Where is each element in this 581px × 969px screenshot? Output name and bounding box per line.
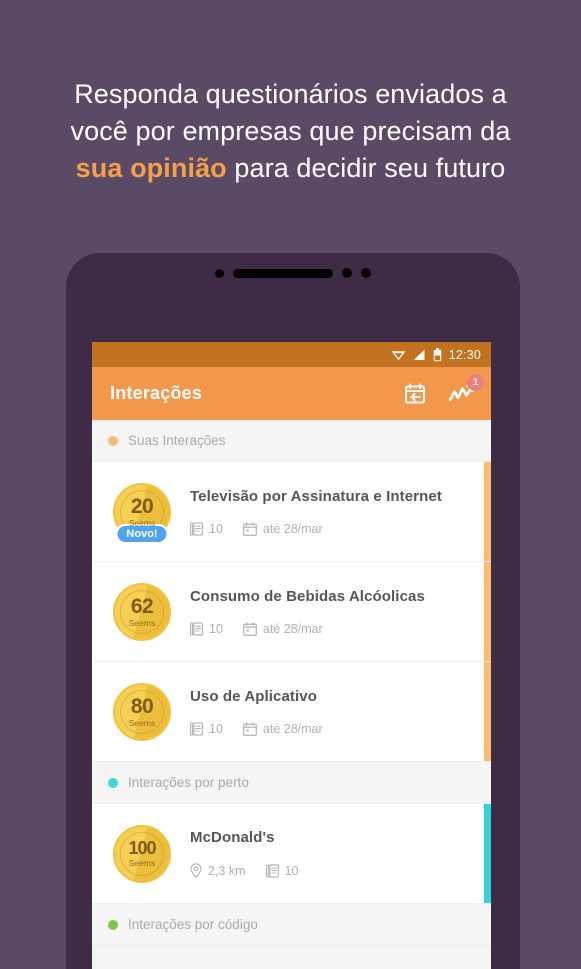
android-status-bar: 12:30 [92,342,491,367]
section-dot-icon [108,919,118,930]
section-dot-icon [108,435,118,446]
item-title: McDonald's [190,829,275,846]
coin-value: 100 [128,838,156,858]
insights-button[interactable]: 1 [449,373,484,404]
headline-line-2: você por empresas que precisam da [70,116,511,146]
location-pin-icon [190,863,202,878]
calendar-back-icon [403,382,427,406]
coin-badge: 20 Seems Novo! [107,482,177,544]
phone-mockup: 12:30 Interações 1 Suas Interações 20 Se… [66,253,520,969]
section-header-interacoes-por-perto: Interações por perto [92,762,491,804]
coin-unit: Seems [128,617,156,628]
interactions-list[interactable]: Suas Interações 20 Seems Novo! Televisão… [92,420,491,946]
meta-questions: 10 [265,863,299,878]
meta-text: 10 [284,863,299,878]
meta-text: até 28/mar [262,721,323,736]
coin-value: 80 [130,694,154,718]
headline-rest: para decidir seu futuro [226,153,506,183]
promo-screenshot: Responda questionários enviados a você p… [0,0,581,969]
row-accent-bar [484,462,491,561]
coin-badge: 62 Seems [107,582,177,641]
app-bar: Interações 1 [92,367,491,420]
section-dot-icon [108,777,118,788]
status-bar-clock: 12:30 [448,347,481,362]
meta-text: até 28/mar [262,521,323,536]
front-camera-icon [342,268,352,278]
row-accent-bar [484,804,491,903]
row-body: Televisão por Assinatura e Internet 10 a… [177,488,491,536]
meta-deadline: até 28/mar [242,621,323,636]
coin-unit: Seems [128,717,156,728]
phone-speaker-row [66,268,520,278]
meta-text: 10 [209,721,223,736]
meta-text: 2,3 km [208,863,246,878]
app-bar-title: Interações [110,383,203,403]
headline-line-3: sua opinião para decidir seu futuro [30,150,551,187]
coin: 62 Seems [113,582,171,641]
meta-text: 10 [209,521,223,536]
row-body: Uso de Aplicativo 10 até 28/mar [177,688,491,736]
battery-icon [433,347,442,362]
item-meta: 2,3 km 10 [190,863,475,878]
meta-text: 10 [209,621,223,636]
coin-value: 20 [130,494,154,518]
survey-icon [190,521,203,536]
meta-questions: 10 [190,722,223,736]
item-meta: 10 até 28/mar [190,722,475,736]
calendar-back-button[interactable] [403,382,427,406]
item-title: Uso de Aplicativo [190,687,318,705]
section-label: Interações por código [128,917,258,932]
meta-deadline: até 28/mar [242,521,323,536]
meta-deadline: até 28/mar [242,721,323,736]
headline-line-1: Responda questionários enviados a [74,79,507,109]
coin-badge: 100 Seems [107,824,177,883]
coin-unit: Seems [128,858,156,868]
survey-icon [190,721,203,736]
coin-badge: 80 Seems [107,682,177,741]
item-meta: 10 até 28/mar [190,522,475,536]
wifi-icon [391,348,406,361]
calendar-icon [242,621,257,636]
item-meta: 10 até 28/mar [190,622,475,636]
item-title: Consumo de Bebidas Alcóolicas [190,587,425,605]
signal-icon [413,348,426,361]
meta-text: até 28/mar [262,621,323,636]
earpiece-speaker [233,268,333,278]
phone-screen: 12:30 Interações 1 Suas Interações 20 Se… [92,342,491,969]
survey-icon [265,863,279,878]
list-item[interactable]: 20 Seems Novo! Televisão por Assinatura … [92,462,491,562]
app-bar-actions: 1 [403,373,484,406]
row-body: Consumo de Bebidas Alcóolicas 10 até 28/… [177,588,491,636]
list-item[interactable]: 100 Seems McDonald's 2,3 km 10 [92,804,491,904]
item-title: Televisão por Assinatura e Internet [190,487,442,505]
headline-accent: sua opinião [75,153,227,183]
section-label: Suas Interações [128,433,226,448]
calendar-icon [242,521,257,536]
section-header-suas-interacoes: Suas Interações [92,420,491,462]
page-title: Responda questionários enviados a você p… [0,76,581,187]
light-sensor-icon [361,268,371,278]
meta-questions: 10 [190,622,223,636]
list-item[interactable]: 62 Seems Consumo de Bebidas Alcóolicas 1… [92,562,491,662]
sensor-dot-icon [215,268,224,278]
meta-questions: 10 [190,522,223,536]
coin: 100 Seems [113,824,171,883]
coin-value: 62 [130,594,154,618]
calendar-icon [242,721,257,736]
row-accent-bar [484,562,491,661]
section-label: Interações por perto [128,775,249,790]
list-item[interactable]: 80 Seems Uso de Aplicativo 10 até 28/mar [92,662,491,762]
coin: 80 Seems [113,682,171,741]
row-body: McDonald's 2,3 km 10 [177,829,491,878]
section-header-interacoes-por-codigo: Interações por código [92,904,491,946]
survey-icon [190,621,203,636]
row-accent-bar [484,662,491,761]
coin-unit: Seems [128,517,156,528]
meta-distance: 2,3 km [190,863,246,878]
notification-badge: 1 [467,373,484,391]
